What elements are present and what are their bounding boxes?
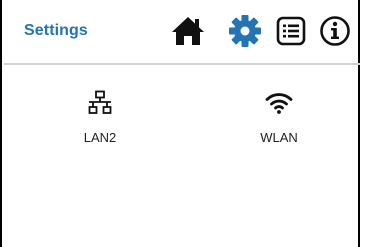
wlan-tile[interactable]: WLAN [239, 86, 319, 154]
wifi-icon [262, 86, 296, 120]
network-icon [83, 86, 117, 120]
log-button[interactable] [274, 14, 308, 48]
settings-button[interactable] [228, 14, 262, 48]
lan2-tile[interactable]: LAN2 [60, 86, 140, 154]
settings-screen: Settings LAN2 WLAN [0, 0, 360, 247]
gear-icon [229, 15, 261, 47]
home-button[interactable] [171, 14, 205, 48]
info-button[interactable] [318, 14, 352, 48]
list-icon [276, 16, 306, 46]
wlan-label: WLAN [260, 130, 298, 145]
lan2-label: LAN2 [83, 130, 117, 145]
header-bar: Settings [4, 0, 360, 65]
home-icon [172, 17, 204, 45]
page-title: Settings [24, 22, 88, 39]
info-icon [320, 16, 350, 46]
